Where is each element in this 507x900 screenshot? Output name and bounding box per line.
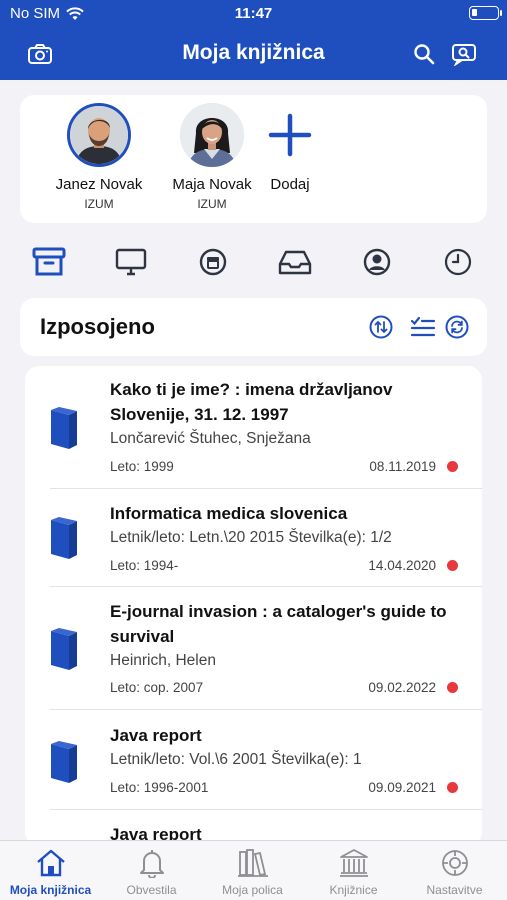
category-tabs	[20, 240, 487, 284]
due-flag-dot	[447, 682, 458, 693]
section-header: Izposojeno	[20, 298, 487, 356]
box-icon[interactable]	[193, 244, 233, 280]
profile-org: IZUM	[84, 197, 114, 211]
tab-label: Moja knjižnica	[9, 883, 92, 897]
item-subtitle: Letnik/leto: Letn.\20 2015 Številka(e): …	[110, 529, 392, 546]
item-year: Leto: 1994-	[110, 558, 179, 573]
tab-label: Obvestila	[126, 883, 177, 897]
loans-list: Kako ti je ime? : imena državljanov Slov…	[25, 366, 482, 846]
refresh-icon[interactable]	[444, 314, 470, 340]
item-subtitle: Lončarević Štuhec, Snježana	[110, 430, 311, 447]
item-due-date: 08.11.2019	[369, 459, 436, 474]
clock-label: 11:47	[234, 5, 273, 22]
bell-icon	[101, 847, 202, 879]
battery-icon	[469, 6, 502, 20]
tab-moja-polica[interactable]: Moja polica	[202, 847, 303, 897]
monitor-icon[interactable]	[111, 244, 151, 280]
status-bar: No SIM 11:47	[0, 0, 507, 28]
item-due-date: 09.09.2021	[368, 780, 436, 795]
item-year: Leto: cop. 2007	[110, 680, 204, 695]
due-flag-dot	[447, 461, 458, 472]
book-icon	[47, 516, 81, 560]
checklist-icon[interactable]	[410, 314, 436, 340]
item-subtitle: Heinrich, Helen	[110, 652, 216, 669]
inbox-icon[interactable]	[275, 244, 315, 280]
tab-label: Knjižnice	[329, 883, 378, 897]
tab-obvestila[interactable]: Obvestila	[101, 847, 202, 897]
item-title: E-journal invasion : a cataloger's guide…	[110, 602, 447, 646]
avatar	[67, 103, 131, 167]
search-icon[interactable]	[410, 40, 438, 68]
item-year: Leto: 1999	[110, 459, 174, 474]
tab-nastavitve[interactable]: Nastavitve	[404, 847, 505, 897]
list-item[interactable]: E-journal invasion : a cataloger's guide…	[25, 587, 482, 710]
clock-icon[interactable]	[438, 244, 478, 280]
item-due-date: 09.02.2022	[368, 680, 436, 695]
nav-bar: Moja knjižnica	[0, 28, 507, 80]
profile-janez-novak[interactable]: Janez Novak IZUM	[41, 103, 157, 211]
settings-icon	[404, 847, 505, 879]
book-icon	[47, 406, 81, 450]
list-item[interactable]: Kako ti je ime? : imena državljanov Slov…	[25, 366, 482, 489]
bookshelf-icon	[202, 847, 303, 879]
add-profile-button[interactable]: Dodaj	[235, 103, 345, 193]
item-subtitle: Letnik/leto: Vol.\6 2001 Številka(e): 1	[110, 751, 362, 768]
search-chat-icon[interactable]	[451, 40, 479, 68]
list-item[interactable]: Java report Letnik/leto: Vol.\6 2001 Šte…	[25, 710, 482, 810]
add-label: Dodaj	[270, 176, 310, 193]
book-icon	[47, 740, 81, 784]
due-flag-dot	[447, 782, 458, 793]
item-due-date: 14.04.2020	[368, 558, 436, 573]
item-title: Java report	[110, 726, 202, 745]
item-title: Kako ti je ime? : imena državljanov Slov…	[110, 380, 393, 424]
plus-icon	[258, 103, 322, 167]
swap-sort-icon[interactable]	[368, 314, 394, 340]
profile-org: IZUM	[197, 197, 227, 211]
tab-label: Nastavitve	[426, 883, 483, 897]
home-icon	[0, 847, 101, 879]
archive-icon[interactable]	[29, 244, 69, 280]
tab-moja-knjiznica[interactable]: Moja knjižnica	[0, 847, 101, 897]
tab-label: Moja polica	[222, 883, 283, 897]
item-title: Informatica medica slovenica	[110, 504, 348, 523]
tab-knjiznice[interactable]: Knjižnice	[303, 847, 404, 897]
section-title: Izposojeno	[40, 314, 155, 339]
profile-name: Janez Novak	[55, 176, 143, 193]
library-building-icon	[303, 847, 404, 879]
tab-bar: Moja knjižnica Obvestila Moja polica Knj…	[0, 840, 507, 900]
user-circle-icon[interactable]	[357, 244, 397, 280]
list-item[interactable]: Informatica medica slovenica Letnik/leto…	[25, 489, 482, 587]
due-flag-dot	[447, 560, 458, 571]
profiles-card: Janez Novak IZUM Maja Novak IZUM Dodaj	[20, 95, 487, 223]
book-icon	[47, 627, 81, 671]
item-year: Leto: 1996-2001	[110, 780, 209, 795]
